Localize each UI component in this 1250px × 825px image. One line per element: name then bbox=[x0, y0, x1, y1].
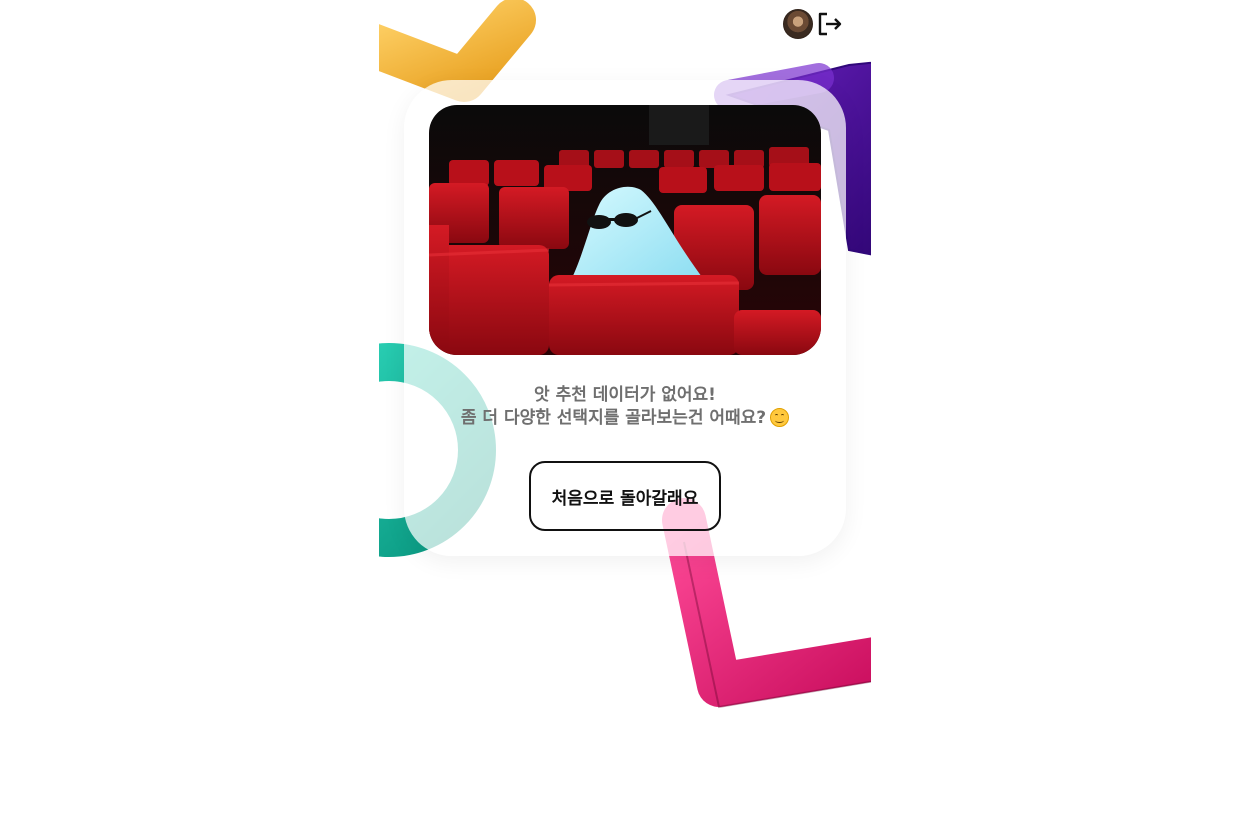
empty-state-message: 앗 추천 데이터가 없어요! 좀 더 다양한 선택지를 골라보는건 어때요? bbox=[404, 384, 846, 430]
message-line-2: 좀 더 다양한 선택지를 골라보는건 어때요? bbox=[460, 408, 767, 428]
top-bar bbox=[783, 9, 843, 39]
logout-icon[interactable] bbox=[817, 11, 843, 37]
user-avatar-icon[interactable] bbox=[783, 9, 813, 39]
app-stage: 앗 추천 데이터가 없어요! 좀 더 다양한 선택지를 골라보는건 어때요? 처… bbox=[379, 0, 871, 825]
message-line-1: 앗 추천 데이터가 없어요! bbox=[534, 385, 716, 405]
empty-recommendation-card: 앗 추천 데이터가 없어요! 좀 더 다양한 선택지를 골라보는건 어때요? 처… bbox=[404, 80, 846, 556]
smiling-face-icon bbox=[770, 408, 790, 427]
back-to-start-button[interactable]: 처음으로 돌아갈래요 bbox=[529, 461, 721, 531]
yellow-shape bbox=[379, 0, 536, 102]
ghost-in-cinema-illustration bbox=[429, 105, 821, 355]
